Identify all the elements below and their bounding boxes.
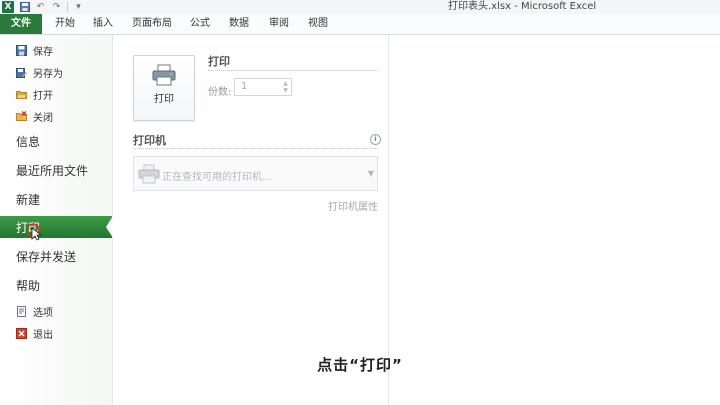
tab-formulas[interactable]: 公式 xyxy=(187,14,213,34)
copies-spinner[interactable]: ▲ ▼ xyxy=(281,80,290,94)
menu-open-label: 打开 xyxy=(33,90,53,102)
title-bar: X ↶ ↷ ▾ 打印表头.xlsx - Microsoft Excel xyxy=(0,0,720,15)
menu-options[interactable]: 选项 xyxy=(0,301,112,321)
spin-down-icon[interactable]: ▼ xyxy=(281,87,290,94)
printer-properties-link[interactable]: 打印机属性 xyxy=(328,198,378,213)
ribbon-tabs: 文件 开始 插入 页面布局 公式 数据 审阅 视图 xyxy=(0,14,720,35)
menu-exit[interactable]: 退出 xyxy=(0,323,112,343)
info-icon[interactable]: i xyxy=(370,134,381,145)
tab-file[interactable]: 文件 xyxy=(0,14,42,34)
options-icon xyxy=(16,305,27,317)
menu-info[interactable]: 信息 xyxy=(0,128,112,154)
menu-save-send[interactable]: 保存并发送 xyxy=(0,243,112,269)
tab-view[interactable]: 视图 xyxy=(305,14,331,34)
menu-print[interactable]: 打印 xyxy=(0,216,113,238)
toolbar-separator xyxy=(67,2,68,12)
tab-data[interactable]: 数据 xyxy=(226,14,252,34)
open-folder-icon xyxy=(16,89,27,100)
tab-home[interactable]: 开始 xyxy=(52,14,78,34)
customize-toolbar-icon[interactable]: ▾ xyxy=(73,2,84,13)
subtitle-caption: 点击“打印” xyxy=(317,356,403,374)
menu-save[interactable]: 保存 xyxy=(0,40,112,60)
spin-up-icon[interactable]: ▲ xyxy=(281,80,290,87)
window-title: 打印表头.xlsx - Microsoft Excel xyxy=(448,1,597,12)
menu-save-as-label: 另存为 xyxy=(33,68,63,80)
tab-page-layout[interactable]: 页面布局 xyxy=(130,14,174,34)
divider xyxy=(133,148,378,149)
printer-dropdown[interactable]: 正在查找可用的打印机... ▼ xyxy=(133,156,378,191)
copies-label: 份数: xyxy=(208,87,232,98)
menu-close[interactable]: 关闭 xyxy=(0,106,112,126)
copies-value: 1 xyxy=(241,81,248,92)
menu-save-label: 保存 xyxy=(33,46,53,58)
printer-icon xyxy=(152,64,176,86)
print-button-label: 打印 xyxy=(154,94,174,105)
menu-new[interactable]: 新建 xyxy=(0,186,112,212)
menu-open[interactable]: 打开 xyxy=(0,84,112,104)
printer-icon xyxy=(138,164,160,184)
copies-stepper[interactable]: 1 ▲ ▼ xyxy=(234,78,292,96)
menu-recent[interactable]: 最近所用文件 xyxy=(0,157,112,183)
save-icon[interactable] xyxy=(19,2,30,13)
printer-section-title: 打印机 xyxy=(133,134,166,147)
exit-icon xyxy=(16,327,27,339)
backstage-menu: 保存 另存为 打开 关闭 信息 最近所用文件 新建 打印 保存并发送 帮助 选项 xyxy=(0,35,113,405)
menu-save-as[interactable]: 另存为 xyxy=(0,62,112,82)
save-icon xyxy=(16,44,27,56)
print-button[interactable]: 打印 xyxy=(133,55,195,121)
tab-review[interactable]: 审阅 xyxy=(266,14,292,34)
print-preview-area xyxy=(389,35,720,405)
printer-status-text: 正在查找可用的打印机... xyxy=(162,172,272,183)
close-folder-icon xyxy=(16,110,27,122)
print-settings-panel: 打印 打印 份数: 1 ▲ ▼ 打印机 i 正在查找可用的打印机... ▼ 打印… xyxy=(113,35,389,405)
excel-logo-icon[interactable]: X xyxy=(2,1,14,13)
print-section-title: 打印 xyxy=(208,55,230,68)
save-as-icon xyxy=(16,67,27,78)
mouse-cursor-icon xyxy=(27,224,43,241)
chevron-down-icon: ▼ xyxy=(367,169,374,178)
redo-icon[interactable]: ↷ xyxy=(51,2,62,13)
divider xyxy=(208,70,378,71)
menu-help[interactable]: 帮助 xyxy=(0,272,112,298)
menu-close-label: 关闭 xyxy=(33,112,53,124)
active-indicator-arrow xyxy=(106,216,113,238)
menu-options-label: 选项 xyxy=(33,307,53,319)
undo-icon[interactable]: ↶ xyxy=(35,2,46,13)
tab-insert[interactable]: 插入 xyxy=(90,14,116,34)
quick-access-toolbar: X ↶ ↷ ▾ xyxy=(2,1,84,13)
menu-exit-label: 退出 xyxy=(33,329,53,341)
